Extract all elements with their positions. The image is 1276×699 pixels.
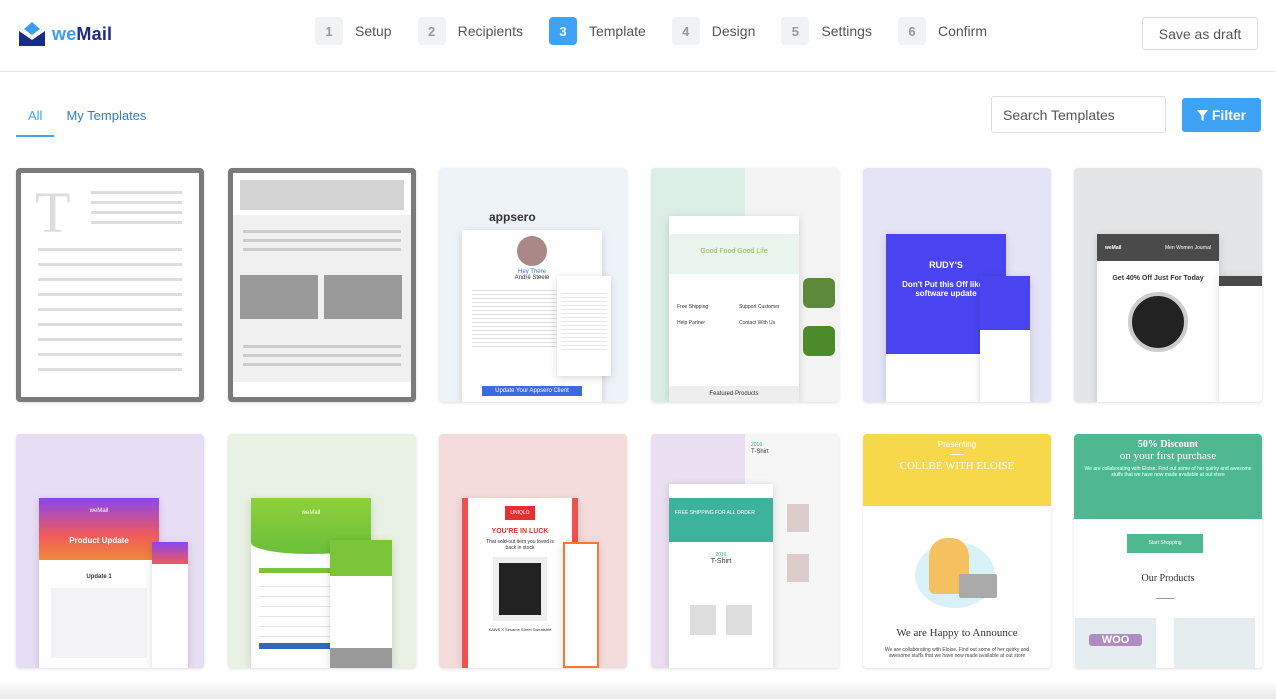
template-text: We are collaborating with Eloise. Find o… <box>1084 466 1252 478</box>
step-number: 1 <box>315 17 343 45</box>
step-number: 4 <box>671 17 700 45</box>
template-text: FREE SHIPPING FOR ALL ORDER <box>669 498 773 542</box>
template-brand: appsero <box>489 210 536 224</box>
search-templates-input[interactable] <box>991 96 1166 133</box>
step-label: Template <box>588 23 646 39</box>
template-text: We are collaborating with Eloise. Find o… <box>884 647 1030 659</box>
start-shopping-button: Start Shopping <box>1127 534 1203 553</box>
step-label: Setup <box>355 23 392 39</box>
template-text: Our Products <box>1141 573 1195 584</box>
template-tabs: All My Templates <box>16 108 158 137</box>
envelope-icon <box>19 22 45 46</box>
template-tshirt[interactable]: 2016 T-Shirt FREE SHIPPING FOR ALL ORDER… <box>651 434 839 668</box>
save-as-draft-button[interactable]: Save as draft <box>1142 17 1258 50</box>
step-label: Design <box>711 23 756 39</box>
template-text: We are Happy to Announce <box>896 627 1018 639</box>
template-text: on your first purchase <box>1119 450 1217 462</box>
template-text: Update 1 <box>86 574 112 580</box>
template-text: Help Partner <box>677 320 706 326</box>
step-number: 3 <box>548 17 577 45</box>
template-text: YOU'RE IN LUCK <box>491 528 549 535</box>
template-uniqlo[interactable]: UNIQLO YOU'RE IN LUCK That sold-out item… <box>439 434 627 668</box>
filter-label: Filter <box>1211 107 1247 123</box>
scroll-fade <box>0 681 1276 699</box>
template-plain-text[interactable]: T <box>16 168 204 402</box>
filter-icon <box>1196 109 1208 121</box>
template-text: Featured Products <box>669 386 799 402</box>
template-text: Update Your Appsero Client <box>482 386 582 396</box>
template-product-update[interactable]: weMail Product Update Update 1 <box>16 434 204 668</box>
template-text: RUDY'S <box>929 260 963 270</box>
step-number: 2 <box>417 17 446 45</box>
template-text: 2016 <box>751 442 763 448</box>
template-text: 50% Discount <box>1137 439 1199 450</box>
wizard-steps: 1 Setup 2 Recipients 3 Template 4 Design 5 Se… <box>315 17 1013 45</box>
template-text: That sold-out item you loved is back in … <box>486 539 554 551</box>
template-eloise-announce[interactable]: Presenting COLLBE WITH ELOISE We are Hap… <box>863 434 1051 668</box>
template-text: UNIQLO <box>505 506 535 520</box>
brand-name: weMail <box>52 23 113 44</box>
step-label: Confirm <box>937 23 987 39</box>
step-confirm[interactable]: 6 Confirm <box>897 17 987 45</box>
template-text: weMail <box>1105 244 1122 251</box>
template-invoice[interactable]: weMail <box>228 434 416 668</box>
step-template[interactable]: 3 Template <box>548 17 646 45</box>
template-text: weMail <box>89 508 109 514</box>
template-text: Get 40% Off Just For Today <box>1112 275 1204 282</box>
step-number: 5 <box>781 17 810 45</box>
tab-my-templates[interactable]: My Templates <box>54 108 158 137</box>
template-text: Free Shipping <box>677 304 709 310</box>
template-basic-layout[interactable] <box>228 168 416 402</box>
template-discount[interactable]: 50% Discount on your first purchase We a… <box>1074 434 1262 668</box>
logo[interactable]: weMail <box>18 22 112 46</box>
template-text: Men Women Journal <box>1164 244 1211 251</box>
template-text: Product Update <box>69 536 129 545</box>
template-text: Don't Put this Off like a software updat… <box>902 280 990 298</box>
template-text: Presenting <box>937 440 977 449</box>
template-text: Contact With Us <box>739 320 776 326</box>
template-rudys[interactable]: RUDY'S Don't Put this Off like a softwar… <box>863 168 1051 402</box>
filter-button[interactable]: Filter <box>1182 98 1261 132</box>
step-label: Recipients <box>457 23 523 39</box>
template-text: T-Shirt <box>751 449 769 455</box>
step-settings[interactable]: 5 Settings <box>781 17 872 45</box>
tab-all[interactable]: All <box>16 108 55 137</box>
step-design[interactable]: 4 Design <box>671 17 756 45</box>
template-text: T-Shirt <box>710 558 732 565</box>
template-appsero[interactable]: appsero Hey There André Steele Update Yo… <box>439 168 627 402</box>
template-text: COLLBE WITH ELOISE <box>899 460 1015 472</box>
step-label: Settings <box>821 23 872 39</box>
template-text: KAWS X Sesame Street Sweatshirt <box>488 627 552 632</box>
text-icon: T <box>35 180 71 245</box>
step-setup[interactable]: 1 Setup <box>315 17 392 45</box>
template-text: WOO <box>1089 634 1142 646</box>
step-recipients[interactable]: 2 Recipients <box>417 17 523 45</box>
template-watch-sale[interactable]: weMail Men Women Journal Get 40% Off Just… <box>1074 168 1262 402</box>
top-header: weMail 1 Setup 2 Recipients 3 Template 4 Des… <box>0 0 1276 72</box>
step-number: 6 <box>897 17 926 45</box>
template-good-food[interactable]: Good Food Good Life Free Shipping Support… <box>651 168 839 402</box>
template-text: Support Customer <box>739 304 780 310</box>
template-text: Good Food Good Life <box>669 234 799 274</box>
